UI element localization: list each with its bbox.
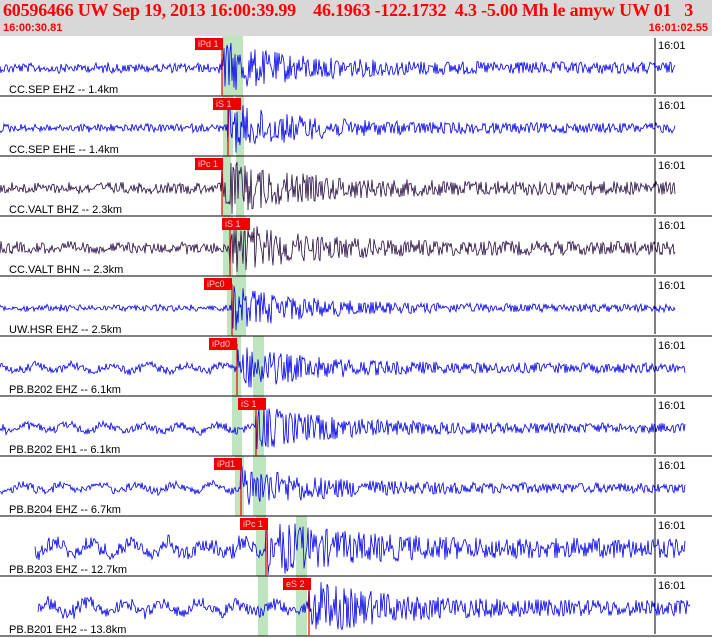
station-label: CC.SEP EHZ -- 1.4km (9, 84, 118, 96)
trace-row[interactable]: iPd0 16:01 PB.B202 EHZ -- 6.1km (0, 338, 712, 397)
p-window-band (258, 576, 268, 636)
trace-row[interactable]: iPc 1 16:01 CC.VALT BHZ -- 2.3km (0, 158, 712, 217)
trace-time-label: 16:01 (658, 100, 686, 112)
event-title: 60596466 UW Sep 19, 2013 16:00:39.99 46.… (3, 0, 694, 20)
station-label: PB.B202 EHZ -- 6.1km (9, 384, 121, 396)
end-time: 16:01:02.55 (648, 22, 708, 34)
station-label: CC.VALT BHN -- 2.3km (9, 264, 123, 276)
seismogram-panel[interactable]: iPd 1 16:01 CC.SEP EHZ -- 1.4km iS 1 16:01 CC… (0, 36, 712, 638)
trace-time-label: 16:01 (658, 520, 686, 532)
station-label: UW.HSR EHZ -- 2.5km (9, 324, 121, 336)
pick-label: iPc 1 (198, 159, 218, 169)
header-bar: 60596466 UW Sep 19, 2013 16:00:39.99 46.… (0, 0, 712, 36)
pick-label: iPc 1 (243, 519, 263, 529)
waveform-trace (0, 347, 686, 388)
pick-label: iPc0 (207, 279, 225, 289)
trace-time-label: 16:01 (658, 280, 686, 292)
pick-label: iS 1 (216, 99, 232, 109)
start-time: 16:00:30.81 (3, 22, 63, 34)
trace-row[interactable]: iPd 1 16:01 CC.SEP EHZ -- 1.4km (0, 38, 712, 97)
trace-time-label: 16:01 (658, 160, 686, 172)
pick-label: iPd 1 (198, 39, 219, 49)
trace-time-label: 16:01 (658, 400, 686, 412)
trace-time-label: 16:01 (658, 340, 686, 352)
trace-time-label: 16:01 (658, 460, 686, 472)
trace-row[interactable]: iS 1 16:01 PB.B202 EH1 -- 6.1km (0, 398, 712, 457)
station-label: PB.B201 EH2 -- 13.8km (9, 624, 126, 636)
station-label: CC.VALT BHZ -- 2.3km (9, 204, 122, 216)
station-label: PB.B202 EH1 -- 6.1km (9, 444, 120, 456)
trace-time-label: 16:01 (658, 220, 686, 232)
waveform-trace (0, 42, 676, 91)
waveform-trace (0, 405, 686, 450)
waveform-trace (34, 523, 686, 576)
trace-row[interactable]: iPc 1 16:01 PB.B203 EHZ -- 12.7km (0, 518, 712, 577)
station-label: PB.B203 EHZ -- 12.7km (9, 564, 127, 576)
trace-row[interactable]: iS 1 16:01 CC.SEP EHE -- 1.4km (0, 98, 712, 157)
pick-label: iS 1 (225, 219, 241, 229)
trace-row[interactable]: iPc0 16:01 UW.HSR EHZ -- 2.5km (0, 278, 712, 337)
trace-row[interactable]: eS 2 16:01 PB.B201 EH2 -- 13.8km (0, 578, 712, 637)
pick-label: iS 1 (241, 399, 257, 409)
trace-time-label: 16:01 (658, 40, 686, 52)
trace-row[interactable]: iS 1 16:01 CC.VALT BHN -- 2.3km (0, 218, 712, 277)
trace-rows: iPd 1 16:01 CC.SEP EHZ -- 1.4km iS 1 16:01 CC… (0, 38, 712, 637)
trace-row[interactable]: iPd1 16:01 PB.B204 EHZ -- 6.7km (0, 458, 712, 517)
station-label: CC.SEP EHE -- 1.4km (9, 144, 119, 156)
pick-label: iPd0 (212, 339, 230, 349)
station-label: PB.B204 EHZ -- 6.7km (9, 504, 121, 516)
pick-label: iPd1 (217, 459, 235, 469)
trace-time-label: 16:01 (658, 580, 686, 592)
pick-label: eS 2 (286, 579, 305, 589)
waveform-trace (37, 581, 691, 631)
waveform-trace (0, 463, 686, 505)
